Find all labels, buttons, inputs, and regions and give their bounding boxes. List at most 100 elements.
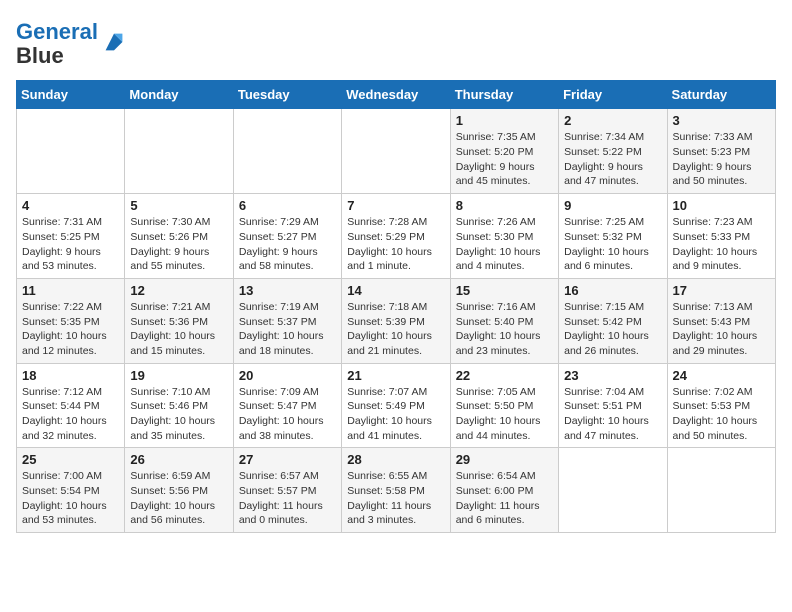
day-detail: Sunrise: 6:57 AMSunset: 5:57 PMDaylight:… [239, 469, 336, 528]
day-detail: Sunrise: 7:30 AMSunset: 5:26 PMDaylight:… [130, 215, 227, 274]
day-number: 12 [130, 283, 227, 298]
day-number: 28 [347, 452, 444, 467]
calendar-cell: 5 Sunrise: 7:30 AMSunset: 5:26 PMDaylight… [125, 194, 233, 279]
calendar-week-row: 11 Sunrise: 7:22 AMSunset: 5:35 PMDayligh… [17, 278, 776, 363]
calendar-week-row: 18 Sunrise: 7:12 AMSunset: 5:44 PMDayligh… [17, 363, 776, 448]
day-detail: Sunrise: 7:29 AMSunset: 5:27 PMDaylight:… [239, 215, 336, 274]
day-detail: Sunrise: 7:19 AMSunset: 5:37 PMDaylight:… [239, 300, 336, 359]
calendar-cell: 23 Sunrise: 7:04 AMSunset: 5:51 PMDayligh… [559, 363, 667, 448]
calendar-cell: 21 Sunrise: 7:07 AMSunset: 5:49 PMDayligh… [342, 363, 450, 448]
day-detail: Sunrise: 6:59 AMSunset: 5:56 PMDaylight:… [130, 469, 227, 528]
day-number: 20 [239, 368, 336, 383]
logo: GeneralBlue [16, 20, 128, 68]
calendar-cell [342, 109, 450, 194]
calendar-cell: 6 Sunrise: 7:29 AMSunset: 5:27 PMDaylight… [233, 194, 341, 279]
day-detail: Sunrise: 7:25 AMSunset: 5:32 PMDaylight:… [564, 215, 661, 274]
calendar-cell: 7Sunrise: 7:28 AMSunset: 5:29 PMDaylight… [342, 194, 450, 279]
calendar-week-row: 25 Sunrise: 7:00 AMSunset: 5:54 PMDayligh… [17, 448, 776, 533]
day-detail: Sunrise: 7:28 AMSunset: 5:29 PMDaylight:… [347, 215, 444, 274]
calendar-cell: 22Sunrise: 7:05 AMSunset: 5:50 PMDayligh… [450, 363, 558, 448]
calendar-cell [125, 109, 233, 194]
day-detail: Sunrise: 7:33 AMSunset: 5:23 PMDaylight:… [673, 130, 770, 189]
weekday-header-thursday: Thursday [450, 81, 558, 109]
calendar-week-row: 1Sunrise: 7:35 AMSunset: 5:20 PMDaylight… [17, 109, 776, 194]
calendar-cell: 2 Sunrise: 7:34 AMSunset: 5:22 PMDaylight… [559, 109, 667, 194]
calendar-cell: 19 Sunrise: 7:10 AMSunset: 5:46 PMDayligh… [125, 363, 233, 448]
calendar-cell: 10Sunrise: 7:23 AMSunset: 5:33 PMDayligh… [667, 194, 775, 279]
day-number: 10 [673, 198, 770, 213]
day-number: 22 [456, 368, 553, 383]
calendar-cell: 26 Sunrise: 6:59 AMSunset: 5:56 PMDayligh… [125, 448, 233, 533]
day-detail: Sunrise: 7:18 AMSunset: 5:39 PMDaylight:… [347, 300, 444, 359]
day-detail: Sunrise: 7:16 AMSunset: 5:40 PMDaylight:… [456, 300, 553, 359]
calendar-cell: 28 Sunrise: 6:55 AMSunset: 5:58 PMDayligh… [342, 448, 450, 533]
calendar-cell: 27 Sunrise: 6:57 AMSunset: 5:57 PMDayligh… [233, 448, 341, 533]
day-detail: Sunrise: 7:15 AMSunset: 5:42 PMDaylight:… [564, 300, 661, 359]
weekday-header-sunday: Sunday [17, 81, 125, 109]
calendar-cell: 11 Sunrise: 7:22 AMSunset: 5:35 PMDayligh… [17, 278, 125, 363]
calendar-week-row: 4 Sunrise: 7:31 AMSunset: 5:25 PMDaylight… [17, 194, 776, 279]
day-detail: Sunrise: 7:12 AMSunset: 5:44 PMDaylight:… [22, 385, 119, 444]
logo-text: GeneralBlue [16, 20, 98, 68]
calendar-cell: 18 Sunrise: 7:12 AMSunset: 5:44 PMDayligh… [17, 363, 125, 448]
day-detail: Sunrise: 7:10 AMSunset: 5:46 PMDaylight:… [130, 385, 227, 444]
weekday-header-tuesday: Tuesday [233, 81, 341, 109]
calendar-cell: 17 Sunrise: 7:13 AMSunset: 5:43 PMDayligh… [667, 278, 775, 363]
day-number: 24 [673, 368, 770, 383]
day-number: 21 [347, 368, 444, 383]
day-number: 9 [564, 198, 661, 213]
day-number: 6 [239, 198, 336, 213]
calendar-cell: 25 Sunrise: 7:00 AMSunset: 5:54 PMDayligh… [17, 448, 125, 533]
day-number: 18 [22, 368, 119, 383]
day-number: 1 [456, 113, 553, 128]
day-number: 23 [564, 368, 661, 383]
calendar-cell: 29 Sunrise: 6:54 AMSunset: 6:00 PMDayligh… [450, 448, 558, 533]
weekday-header-wednesday: Wednesday [342, 81, 450, 109]
day-detail: Sunrise: 7:02 AMSunset: 5:53 PMDaylight:… [673, 385, 770, 444]
day-detail: Sunrise: 7:21 AMSunset: 5:36 PMDaylight:… [130, 300, 227, 359]
weekday-header-row: SundayMondayTuesdayWednesdayThursdayFrid… [17, 81, 776, 109]
day-detail: Sunrise: 6:55 AMSunset: 5:58 PMDaylight:… [347, 469, 444, 528]
day-number: 15 [456, 283, 553, 298]
calendar-cell [667, 448, 775, 533]
calendar-cell: 16 Sunrise: 7:15 AMSunset: 5:42 PMDayligh… [559, 278, 667, 363]
day-detail: Sunrise: 7:04 AMSunset: 5:51 PMDaylight:… [564, 385, 661, 444]
day-number: 25 [22, 452, 119, 467]
day-number: 19 [130, 368, 227, 383]
day-detail: Sunrise: 7:22 AMSunset: 5:35 PMDaylight:… [22, 300, 119, 359]
day-number: 8 [456, 198, 553, 213]
day-number: 5 [130, 198, 227, 213]
day-number: 17 [673, 283, 770, 298]
calendar-cell: 15 Sunrise: 7:16 AMSunset: 5:40 PMDayligh… [450, 278, 558, 363]
weekday-header-saturday: Saturday [667, 81, 775, 109]
day-detail: Sunrise: 6:54 AMSunset: 6:00 PMDaylight:… [456, 469, 553, 528]
calendar-cell: 8 Sunrise: 7:26 AMSunset: 5:30 PMDaylight… [450, 194, 558, 279]
day-number: 26 [130, 452, 227, 467]
day-number: 2 [564, 113, 661, 128]
day-detail: Sunrise: 7:31 AMSunset: 5:25 PMDaylight:… [22, 215, 119, 274]
calendar-cell: 1Sunrise: 7:35 AMSunset: 5:20 PMDaylight… [450, 109, 558, 194]
calendar-cell: 4 Sunrise: 7:31 AMSunset: 5:25 PMDaylight… [17, 194, 125, 279]
day-detail: Sunrise: 7:07 AMSunset: 5:49 PMDaylight:… [347, 385, 444, 444]
day-number: 27 [239, 452, 336, 467]
day-number: 11 [22, 283, 119, 298]
weekday-header-monday: Monday [125, 81, 233, 109]
calendar-cell [559, 448, 667, 533]
calendar-cell: 20 Sunrise: 7:09 AMSunset: 5:47 PMDayligh… [233, 363, 341, 448]
calendar-cell: 24 Sunrise: 7:02 AMSunset: 5:53 PMDayligh… [667, 363, 775, 448]
day-detail: Sunrise: 7:13 AMSunset: 5:43 PMDaylight:… [673, 300, 770, 359]
calendar-cell: 12 Sunrise: 7:21 AMSunset: 5:36 PMDayligh… [125, 278, 233, 363]
day-number: 4 [22, 198, 119, 213]
day-detail: Sunrise: 7:26 AMSunset: 5:30 PMDaylight:… [456, 215, 553, 274]
day-detail: Sunrise: 7:00 AMSunset: 5:54 PMDaylight:… [22, 469, 119, 528]
logo-icon [100, 28, 128, 56]
weekday-header-friday: Friday [559, 81, 667, 109]
calendar-cell [233, 109, 341, 194]
day-number: 29 [456, 452, 553, 467]
day-number: 14 [347, 283, 444, 298]
day-detail: Sunrise: 7:34 AMSunset: 5:22 PMDaylight:… [564, 130, 661, 189]
day-number: 16 [564, 283, 661, 298]
calendar-cell [17, 109, 125, 194]
day-detail: Sunrise: 7:09 AMSunset: 5:47 PMDaylight:… [239, 385, 336, 444]
day-number: 13 [239, 283, 336, 298]
